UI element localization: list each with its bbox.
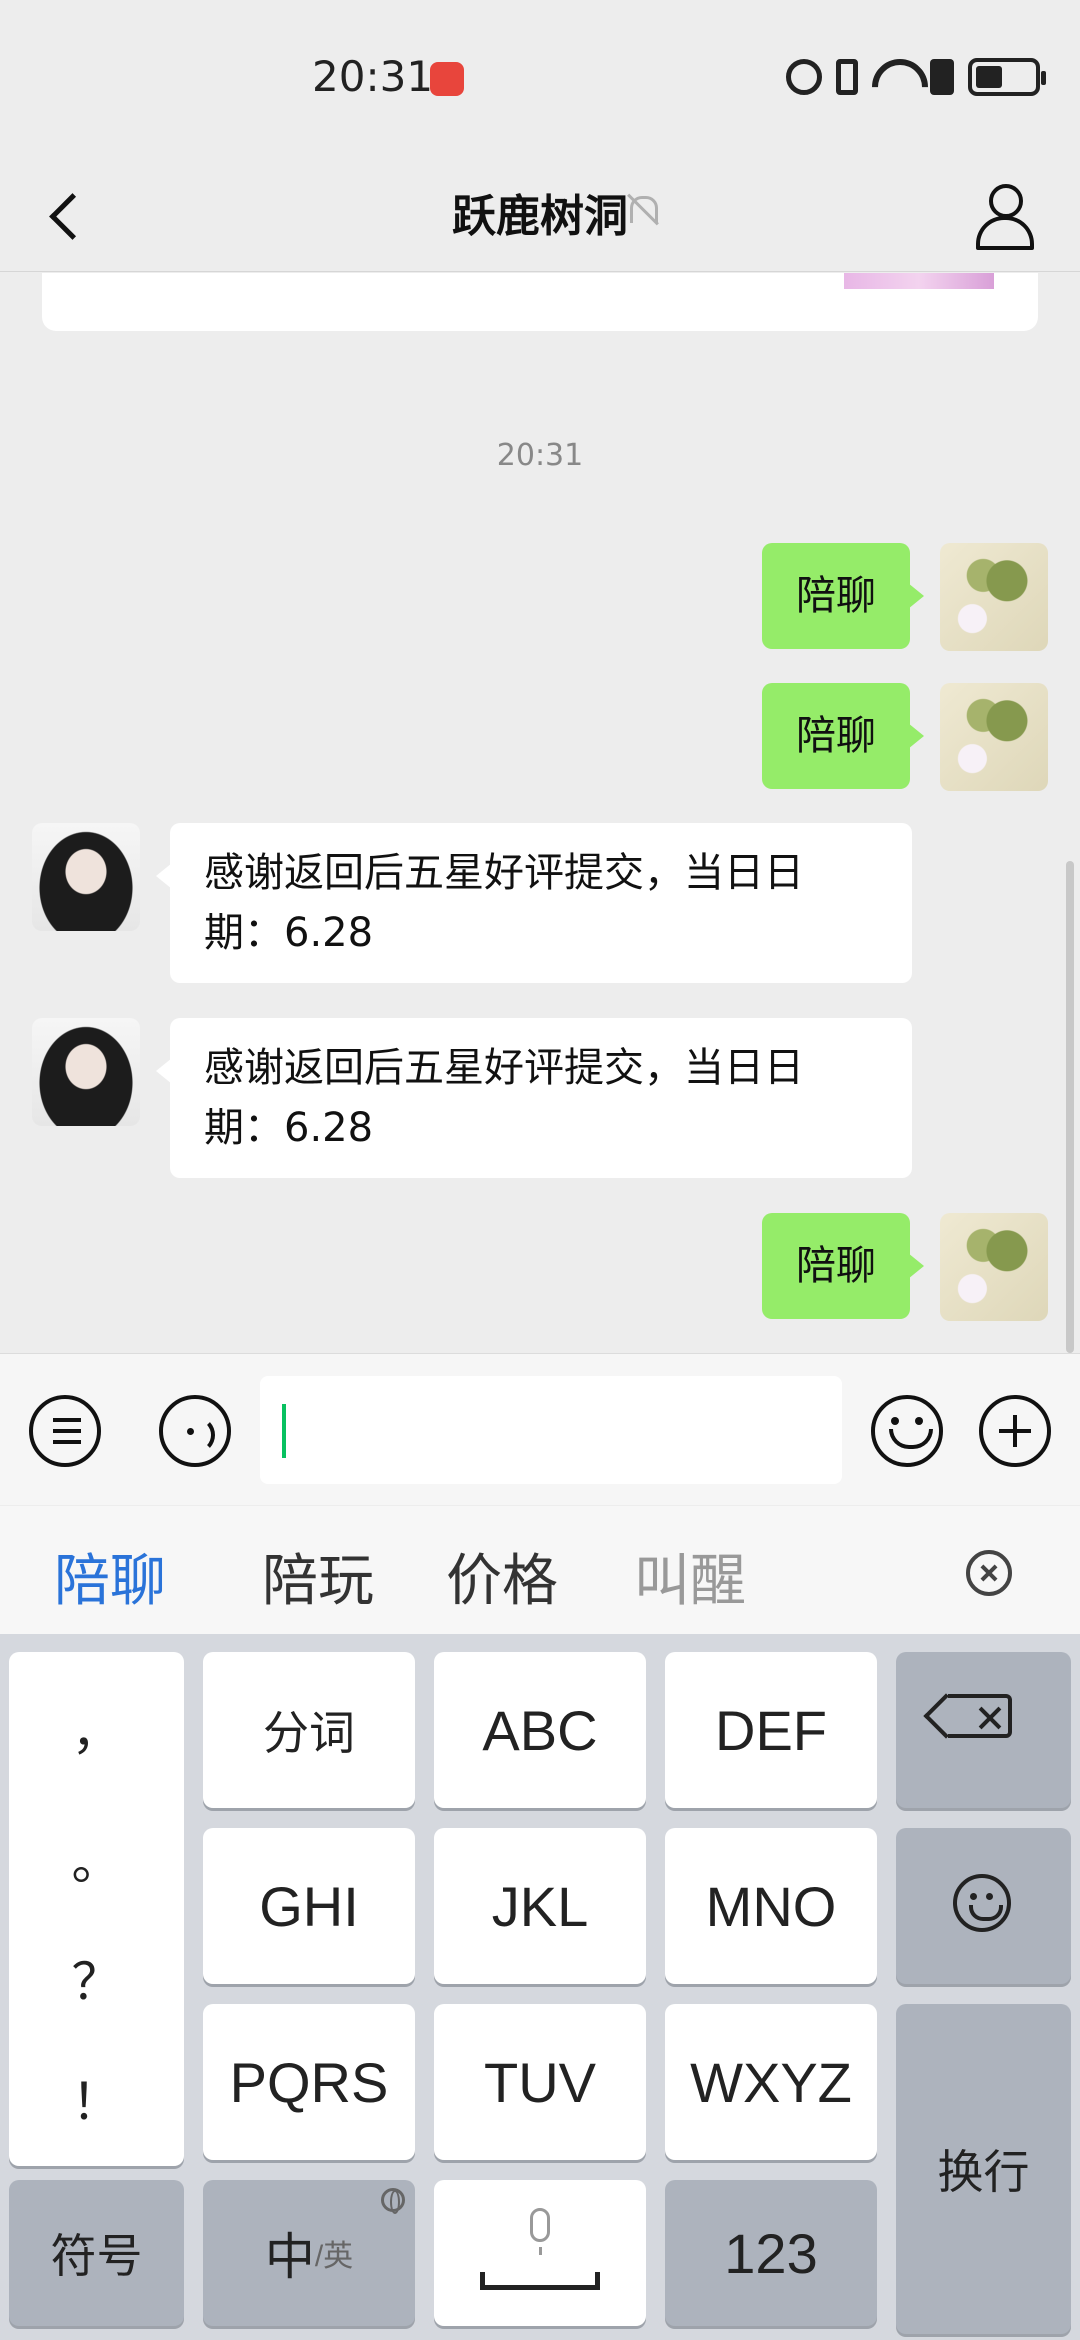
previous-card-thumbnail (844, 273, 994, 289)
message-line: 期：6.28 (204, 910, 374, 956)
status-bar: 20:31 (0, 0, 1080, 160)
key-segment[interactable]: 分词 (203, 1652, 415, 1808)
message-line: 期：6.28 (204, 1105, 374, 1151)
candidate-word[interactable]: 叫醒 (634, 1536, 746, 1617)
alert-icon (930, 59, 954, 95)
previous-message-card[interactable] (42, 273, 1038, 331)
contact-message-bubble[interactable]: 感谢返回后五星好评提交，当日日 期：6.28 (156, 823, 912, 983)
enter-key[interactable]: 换行 (896, 2004, 1071, 2334)
key-def[interactable]: DEF (665, 1652, 877, 1808)
key-ghi[interactable]: GHI (203, 1828, 415, 1984)
language-main-label: 中 (264, 2229, 315, 2285)
symbols-key[interactable]: 符号 (9, 2180, 184, 2326)
text-cursor (282, 1404, 286, 1458)
smiley-icon (953, 1874, 1011, 1932)
key-tuv[interactable]: TUV (434, 2004, 646, 2160)
mute-icon (624, 190, 660, 230)
contact-avatar[interactable] (32, 1018, 140, 1126)
keyboard: ， 。 ？ ！ 分词 ABC DEF GHI JKL MNO PQRS TUV … (0, 1634, 1080, 2340)
my-message-bubble[interactable]: 陪聊 (762, 543, 924, 649)
contact-message-bubble[interactable]: 感谢返回后五星好评提交，当日日 期：6.28 (156, 1018, 912, 1178)
input-bar (0, 1353, 1080, 1505)
key-pqrs[interactable]: PQRS (203, 2004, 415, 2160)
close-candidates-icon[interactable] (966, 1550, 1012, 1596)
alarm-icon (786, 59, 822, 95)
space-key[interactable] (434, 2180, 646, 2326)
language-switch-key[interactable]: 中/英 (203, 2180, 415, 2326)
space-icon (480, 2272, 600, 2290)
backspace-key[interactable] (896, 1652, 1071, 1808)
backspace-x-mark (974, 1702, 1008, 1736)
status-icons (786, 58, 1046, 96)
contact-avatar[interactable] (32, 823, 140, 931)
candidate-word[interactable]: 价格 (446, 1536, 558, 1617)
vibrate-icon (836, 59, 858, 95)
globe-icon (381, 2188, 405, 2214)
my-message-bubble[interactable]: 陪聊 (762, 683, 924, 789)
chat-title: 跃鹿树洞 (452, 191, 628, 242)
status-time: 20:31 (312, 52, 434, 101)
scrollbar[interactable] (1066, 861, 1074, 1353)
key-abc[interactable]: ABC (434, 1652, 646, 1808)
message-list[interactable]: 20:31 陪聊 陪聊 感谢返回后五星好评提交，当日日 期：6.28 感谢返回后… (0, 273, 1080, 1353)
my-message-bubble[interactable]: 陪聊 (762, 1213, 924, 1319)
my-avatar[interactable] (940, 1213, 1048, 1321)
key-mno[interactable]: MNO (665, 1828, 877, 1984)
emoji-key[interactable] (896, 1828, 1071, 1984)
punct-period-key[interactable]: 。 (9, 1822, 184, 1894)
key-jkl[interactable]: JKL (434, 1828, 646, 1984)
battery-icon (968, 58, 1046, 96)
numbers-key[interactable]: 123 (665, 2180, 877, 2326)
voice-button[interactable] (159, 1395, 231, 1467)
punct-exclamation-key[interactable]: ！ (9, 2062, 184, 2134)
candidate-word[interactable]: 陪聊 (54, 1536, 166, 1617)
message-timestamp: 20:31 (496, 438, 584, 473)
chat-header: 跃鹿树洞 (0, 160, 1080, 272)
profile-button[interactable] (972, 180, 1036, 252)
menu-button[interactable] (29, 1395, 101, 1467)
candidate-word[interactable]: 陪玩 (262, 1536, 374, 1617)
punct-comma-key[interactable]: ， (9, 1692, 184, 1764)
message-line: 感谢返回后五星好评提交，当日日 (204, 850, 804, 896)
my-avatar[interactable] (940, 683, 1048, 791)
emoji-button[interactable] (871, 1395, 943, 1467)
more-button[interactable] (979, 1395, 1051, 1467)
message-line: 感谢返回后五星好评提交，当日日 (204, 1045, 804, 1091)
punctuation-column[interactable]: ， 。 ？ ！ (9, 1652, 184, 2166)
key-wxyz[interactable]: WXYZ (665, 2004, 877, 2160)
microphone-icon (530, 2208, 550, 2255)
wifi-icon (872, 59, 916, 95)
my-avatar[interactable] (940, 543, 1048, 651)
ime-candidate-bar: 陪聊 陪玩 价格 叫醒 (0, 1506, 1080, 1634)
app-badge-icon (430, 62, 464, 96)
message-input[interactable] (260, 1376, 842, 1484)
language-sub-label: /英 (314, 2240, 354, 2273)
punct-question-key[interactable]: ？ (9, 1942, 184, 2014)
